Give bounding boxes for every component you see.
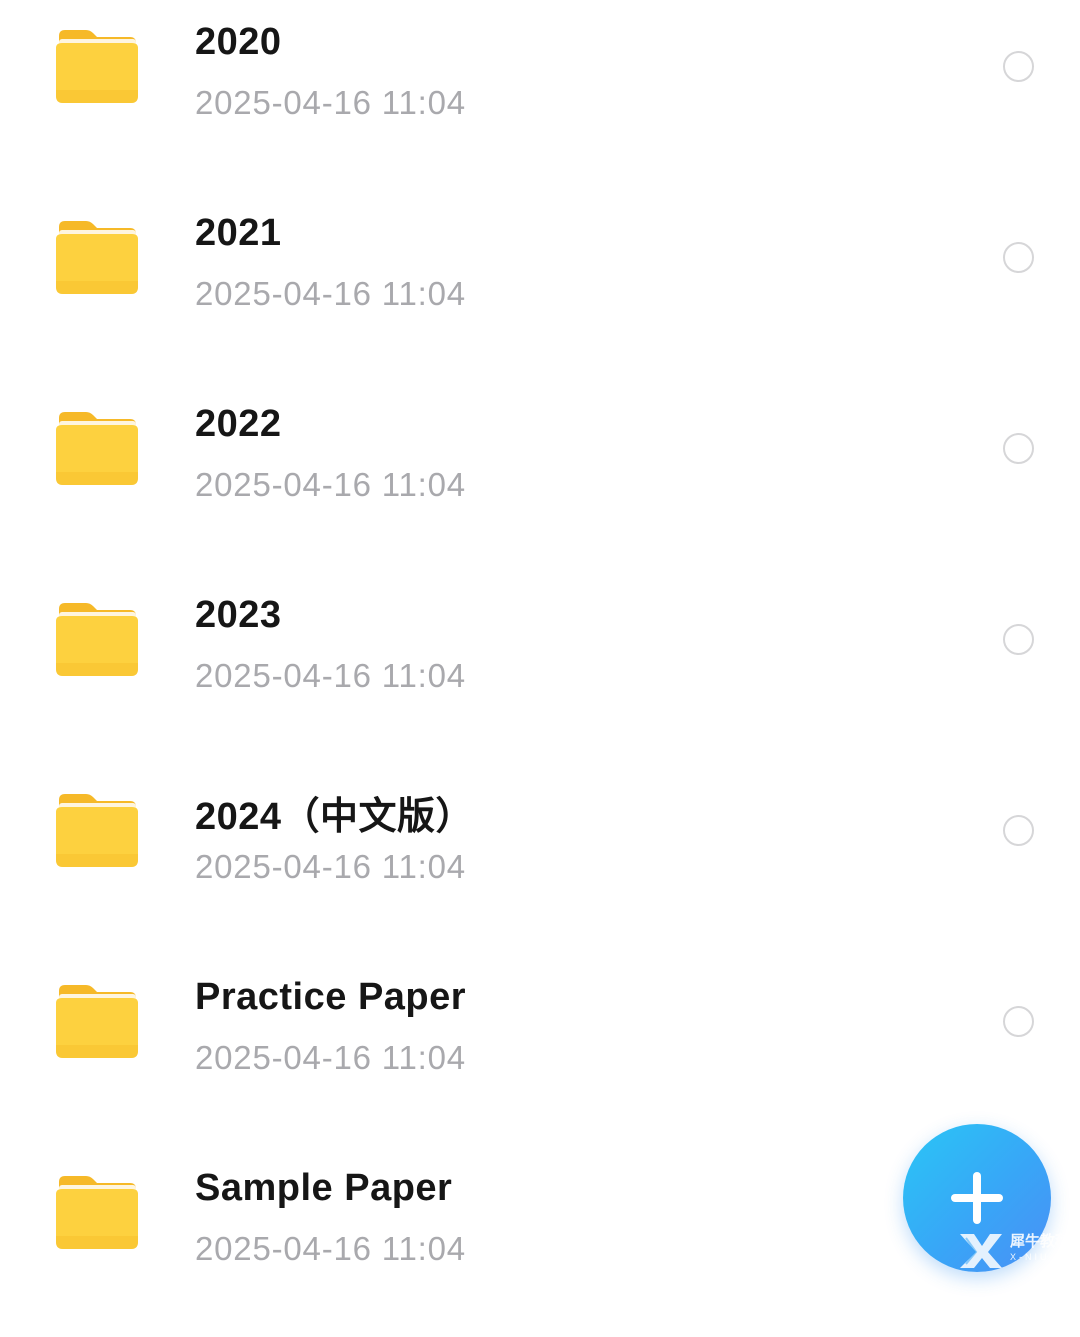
plus-icon	[951, 1194, 1003, 1202]
file-date: 2025-04-16 11:04	[195, 1039, 466, 1076]
folder-icon	[56, 412, 138, 486]
select-radio[interactable]	[1003, 815, 1034, 846]
select-radio[interactable]	[1003, 242, 1034, 273]
file-name: 2022	[195, 403, 282, 445]
folder-icon	[56, 221, 138, 295]
file-date: 2025-04-16 11:04	[195, 84, 466, 121]
select-radio[interactable]	[1003, 51, 1034, 82]
folder-icon	[56, 794, 138, 868]
file-name: 2021	[195, 212, 282, 254]
watermark-logo: 犀牛教程 X-NIU	[956, 1228, 1076, 1270]
folder-icon	[56, 1176, 138, 1250]
file-date: 2025-04-16 11:04	[195, 275, 466, 312]
file-row[interactable]: 2022 2025-04-16 11:04	[0, 382, 1080, 573]
file-name: Practice Paper	[195, 976, 467, 1018]
file-name: 2024（中文版）	[195, 796, 475, 838]
folder-icon	[56, 30, 138, 104]
watermark-x-icon	[960, 1234, 1002, 1268]
select-radio[interactable]	[1003, 1006, 1034, 1037]
file-row[interactable]: Practice Paper 2025-04-16 11:04	[0, 955, 1080, 1146]
file-name: Sample Paper	[195, 1167, 453, 1209]
file-date: 2025-04-16 11:04	[195, 657, 466, 694]
select-radio[interactable]	[1003, 624, 1034, 655]
watermark-subtext: X-NIU	[1010, 1252, 1050, 1262]
file-row[interactable]: 2021 2025-04-16 11:04	[0, 191, 1080, 382]
file-row[interactable]: 2023 2025-04-16 11:04	[0, 573, 1080, 764]
file-row[interactable]: 2024（中文版） 2025-04-16 11:04	[0, 764, 1080, 955]
select-radio[interactable]	[1003, 433, 1034, 464]
file-date: 2025-04-16 11:04	[195, 1230, 466, 1267]
folder-icon	[56, 985, 138, 1059]
file-name: 2020	[195, 21, 282, 63]
file-date: 2025-04-16 11:04	[195, 466, 466, 503]
watermark-text: 犀牛教程	[1010, 1233, 1071, 1250]
folder-icon	[56, 603, 138, 677]
file-name: 2023	[195, 594, 282, 636]
file-list: 2020 2025-04-16 11:04 2021 2025-04-16 11…	[0, 0, 1080, 1274]
file-row[interactable]: 2020 2025-04-16 11:04	[0, 0, 1080, 191]
file-date: 2025-04-16 11:04	[195, 848, 466, 885]
